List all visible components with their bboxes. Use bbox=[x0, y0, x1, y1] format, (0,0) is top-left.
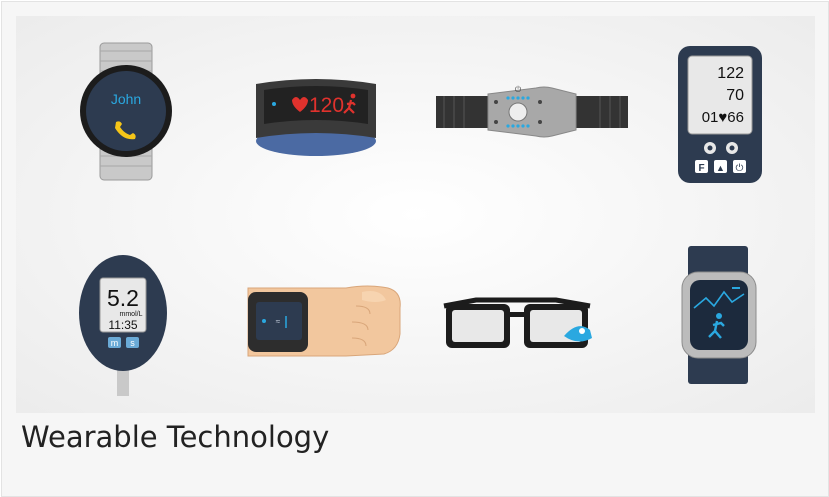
band-heart-rate: 120 bbox=[309, 94, 344, 117]
power-icon: ⏻ bbox=[515, 85, 522, 94]
wearable-technology-illustration: John 120 ⏻ 122 70 01♥66 F ▲ ⏻ 5.2 mmol/L… bbox=[16, 16, 815, 413]
glucose-unit: mmol/L bbox=[120, 311, 143, 318]
wifi-icon: ≈ bbox=[276, 317, 281, 326]
bp-diastolic: 70 bbox=[726, 87, 744, 104]
image-caption: Wearable Technology bbox=[21, 420, 330, 454]
glucose-value: 5.2 bbox=[107, 285, 139, 311]
bp-button-power: ⏻ bbox=[736, 163, 744, 174]
wristband-on-hand-device: ≈ bbox=[247, 285, 401, 357]
bp-button-f: F bbox=[698, 163, 704, 174]
bp-systolic: 122 bbox=[717, 65, 744, 82]
image-card: John 120 ⏻ 122 70 01♥66 F ▲ ⏻ 5.2 mmol/L… bbox=[1, 1, 829, 497]
glucose-button-s: s bbox=[130, 338, 135, 348]
bp-button-up: ▲ bbox=[716, 163, 725, 173]
glucose-button-m: m bbox=[111, 338, 119, 348]
fitness-band-device: 120 bbox=[256, 79, 376, 156]
watch-name-text: John bbox=[111, 91, 141, 107]
bp-pulse: 01♥66 bbox=[702, 109, 744, 126]
glucose-time: 11:35 bbox=[108, 318, 137, 332]
blood-pressure-monitor-device: 122 70 01♥66 F ▲ ⏻ bbox=[678, 46, 762, 183]
sports-watch-device bbox=[681, 246, 757, 384]
